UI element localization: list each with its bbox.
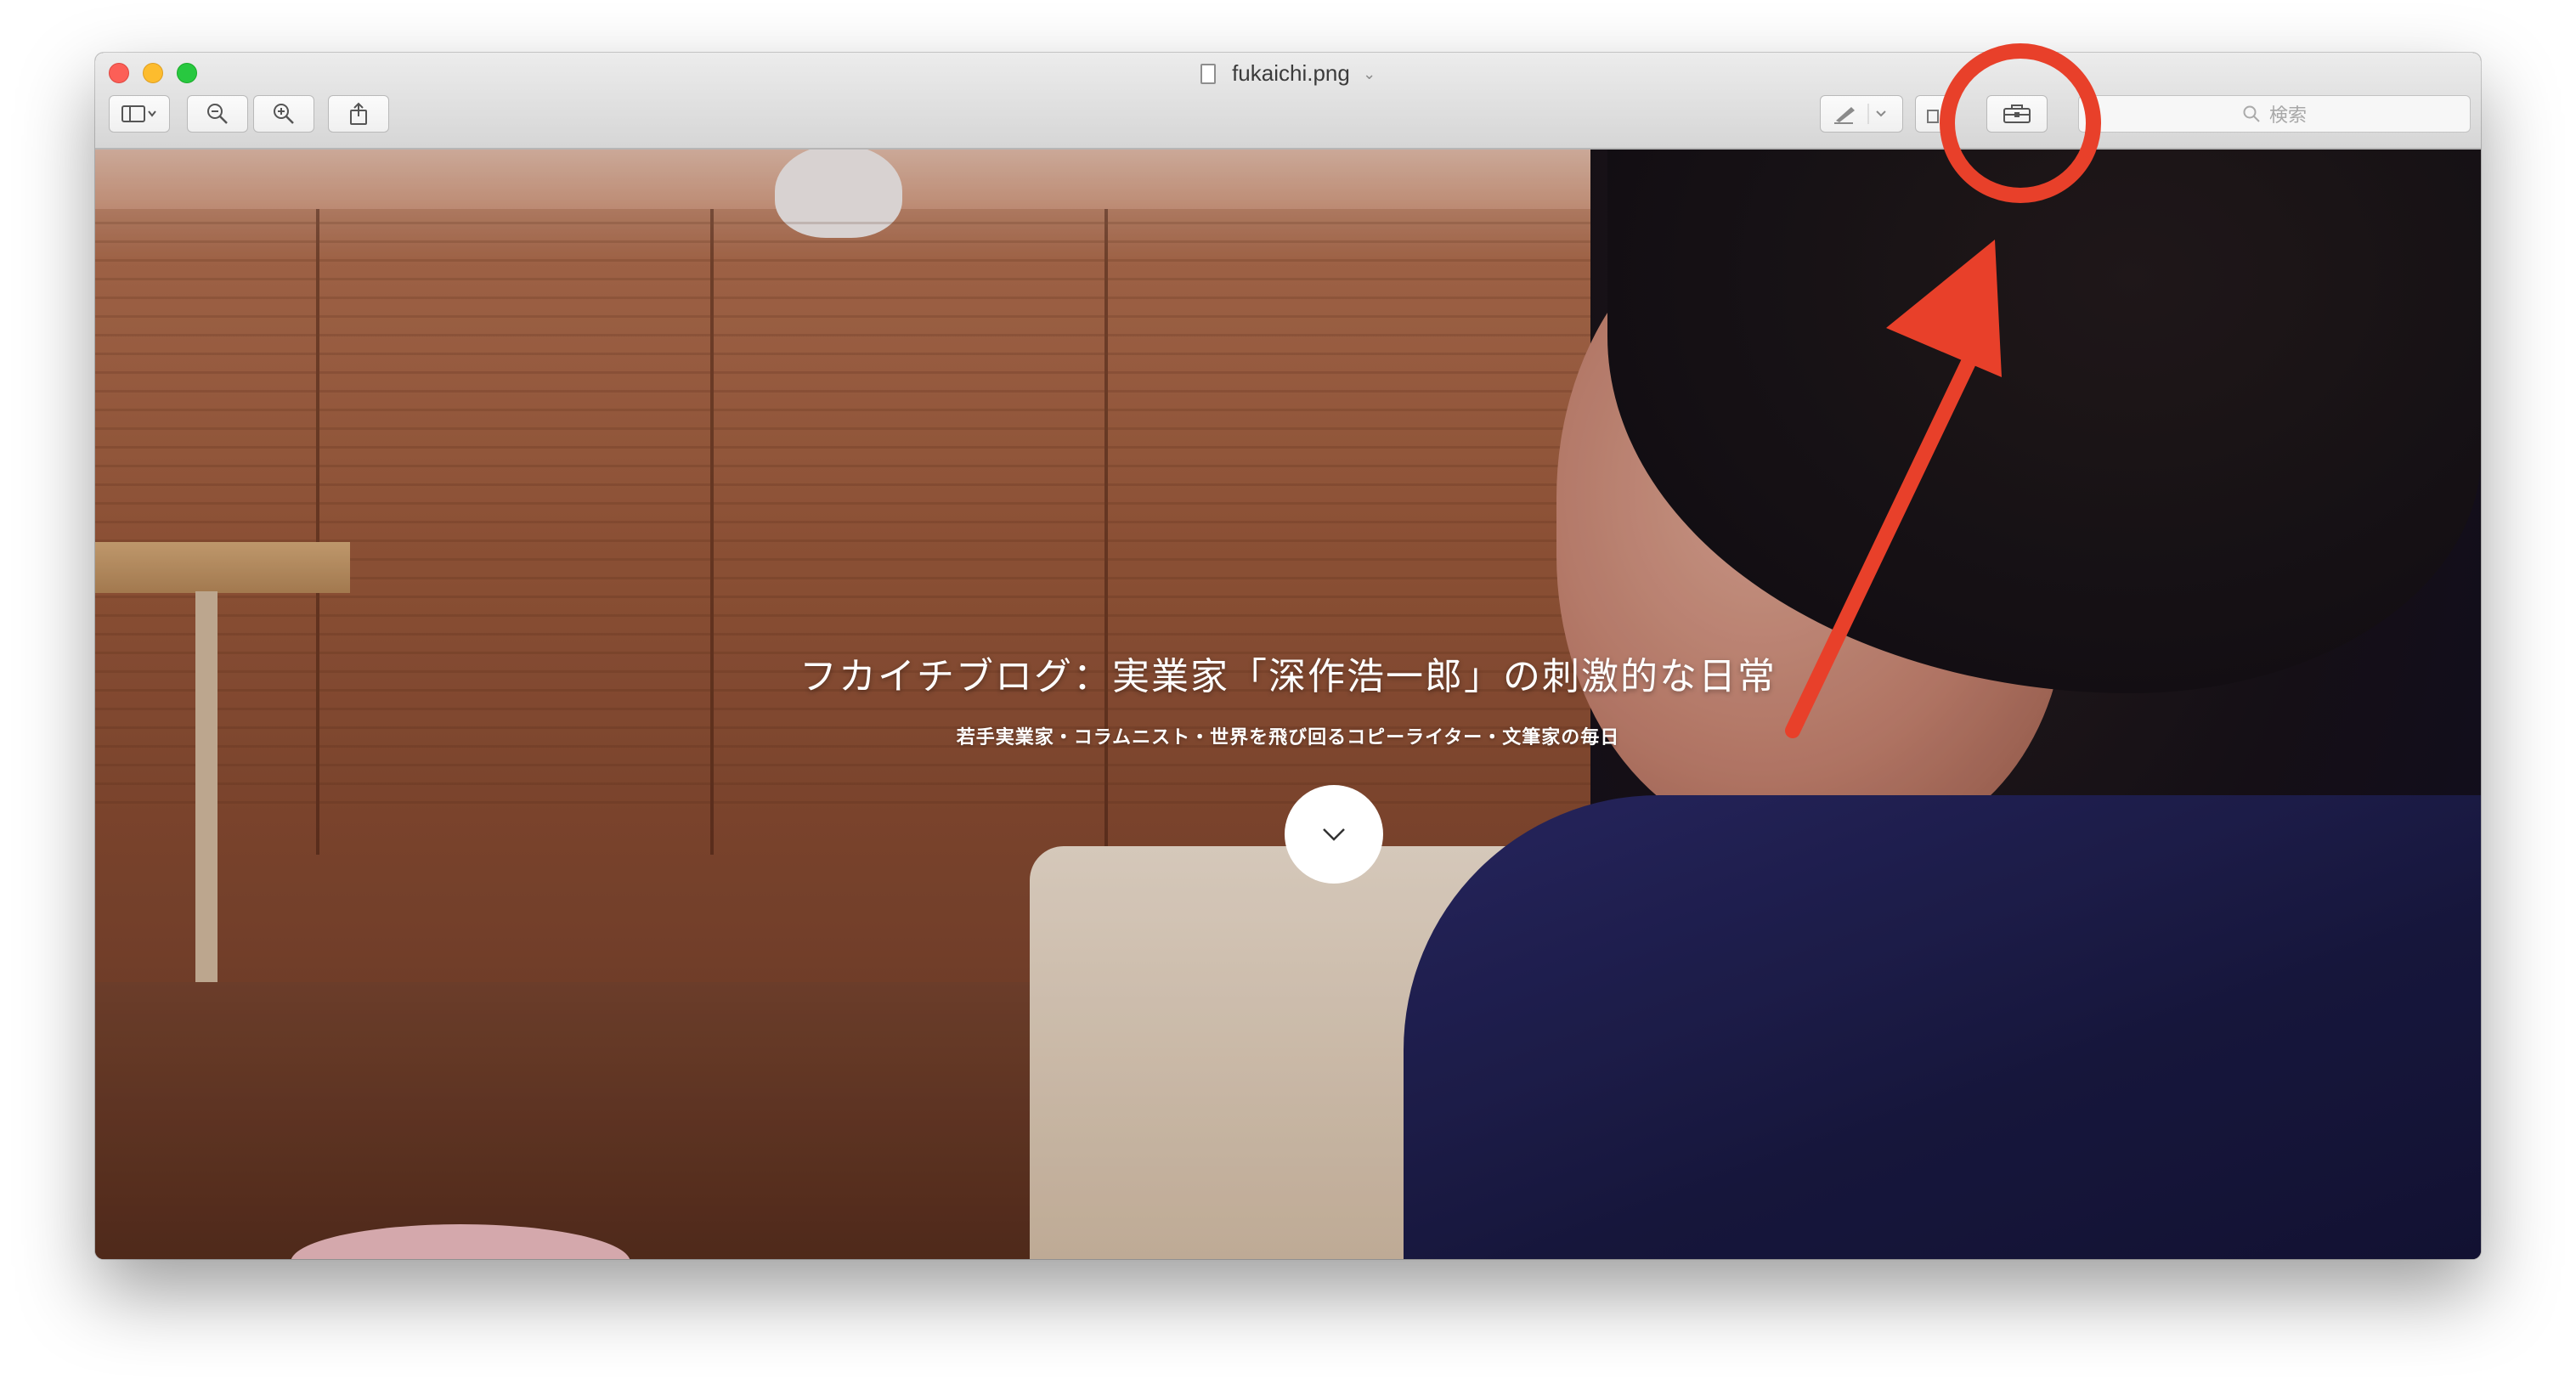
markup-toolbox-button[interactable]	[1986, 95, 2048, 133]
chevron-down-icon	[1323, 828, 1345, 841]
hero-subtitle: 若手実業家・コラムニスト・世界を飛び回るコピーライター・文筆家の毎日	[956, 726, 1620, 748]
search-icon	[2243, 105, 2260, 122]
toolbox-icon	[2003, 104, 2031, 123]
scroll-down-button[interactable]	[1285, 785, 1383, 884]
window-title-area[interactable]: fukaichi.png ⌄	[95, 59, 2481, 88]
hero-title: フカイチブログ：実業家「深作浩一郎」の刺激的な日常	[799, 655, 1777, 698]
sidebar-icon	[121, 105, 156, 122]
document-icon	[1200, 64, 1216, 84]
zoom-in-button[interactable]	[253, 95, 314, 133]
window-title: fukaichi.png	[1232, 60, 1350, 86]
image-canvas: フカイチブログ：実業家「深作浩一郎」の刺激的な日常 若手実業家・コラムニスト・世…	[95, 150, 2481, 1259]
preview-window: fukaichi.png ⌄ 検索 フカイチブログ：実業家「深作浩一郎」の刺激的…	[95, 53, 2481, 1259]
pen-icon	[1834, 104, 1886, 124]
share-button[interactable]	[328, 95, 389, 133]
zoom-out-button[interactable]	[187, 95, 248, 133]
chevron-down-icon: ⌄	[1363, 65, 1376, 82]
zoom-out-icon	[207, 104, 228, 124]
share-icon	[350, 102, 367, 125]
rotate-button[interactable]	[1915, 95, 1952, 133]
rotate-icon	[1927, 110, 1939, 123]
markup-pen-button[interactable]	[1820, 95, 1903, 133]
titlebar: fukaichi.png ⌄ 検索	[95, 53, 2481, 150]
search-placeholder: 検索	[2268, 104, 2307, 126]
search-field[interactable]: 検索	[2078, 95, 2471, 133]
sidebar-toggle-button[interactable]	[109, 95, 170, 133]
zoom-in-icon	[274, 104, 294, 124]
photo-shade	[95, 150, 2481, 1259]
